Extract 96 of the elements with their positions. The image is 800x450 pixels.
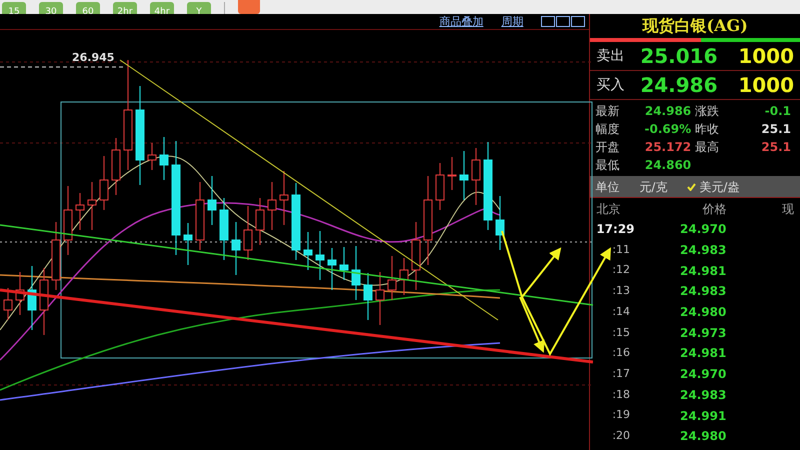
- candlestick: [220, 198, 228, 260]
- candlestick: [268, 182, 276, 230]
- tick-time: :14: [611, 304, 632, 320]
- tick-price: 24.981: [679, 345, 726, 362]
- candlestick: [196, 182, 204, 250]
- quote-label: 卖出: [596, 46, 626, 66]
- candlestick: [28, 266, 36, 330]
- candlestick: [328, 248, 336, 290]
- candlestick: [244, 206, 252, 260]
- tick-price: 24.983: [679, 242, 726, 260]
- candlestick: [400, 258, 408, 296]
- split-view-icon[interactable]: [571, 16, 586, 27]
- tick-time: :16: [611, 345, 632, 362]
- candlestick: [16, 272, 24, 316]
- tick-price: 24.980: [679, 304, 726, 322]
- candlestick: [148, 142, 156, 170]
- quote-price: 24.986: [640, 72, 719, 99]
- stat-label: 最新: [595, 103, 620, 120]
- candlestick: [460, 150, 468, 200]
- stat-value: 25.172: [644, 139, 692, 156]
- stat-value: 24.860: [644, 157, 692, 174]
- candlestick: [40, 268, 48, 336]
- candlestick: [208, 176, 216, 226]
- instrument-title: 现货白银(AG): [641, 15, 749, 37]
- period-button[interactable]: 15: [2, 2, 26, 14]
- tick-time: :19: [611, 407, 632, 424]
- stat-label: 昨收: [695, 121, 720, 138]
- candlestick: [184, 222, 192, 266]
- tick-price: 24.983: [679, 283, 726, 300]
- candlestick: [496, 196, 504, 250]
- candlestick: [352, 246, 360, 300]
- quote-volume: 1000: [738, 43, 794, 70]
- stat-value: 25.1: [761, 139, 791, 156]
- period-button[interactable]: 4hr: [150, 2, 174, 14]
- unit-option[interactable]: 元/克: [639, 178, 668, 196]
- candlestick: [472, 148, 480, 206]
- quote-price: 25.016: [640, 43, 719, 70]
- toolbar-link[interactable]: 周期: [501, 14, 524, 28]
- tick-price: 24.970: [679, 366, 726, 384]
- tick-time: :11: [611, 242, 632, 258]
- candlestick: [4, 288, 12, 320]
- candlestick: [388, 256, 396, 300]
- candlestick: [76, 192, 84, 230]
- tick-time: :18: [611, 386, 632, 403]
- tick-price: 24.981: [679, 262, 726, 280]
- candlestick: [112, 138, 120, 196]
- period-button[interactable]: 60: [76, 2, 100, 14]
- stat-value: 24.986: [644, 103, 692, 120]
- tick-time: :15: [611, 324, 632, 341]
- candlestick: [436, 162, 444, 210]
- tick-price: 24.970: [679, 221, 726, 238]
- check-icon: [687, 182, 696, 190]
- candlestick: [316, 230, 324, 280]
- candlestick: [340, 246, 348, 280]
- candlestick: [412, 222, 420, 290]
- candlestick: [448, 156, 456, 190]
- column-header: 价格: [701, 200, 726, 218]
- tick-price: 24.983: [679, 386, 726, 404]
- stat-value: -0.1: [764, 103, 791, 120]
- stat-label: 幅度: [595, 121, 620, 138]
- candlestick: [376, 272, 384, 326]
- toolbar-link[interactable]: 商品叠加: [439, 14, 484, 28]
- stat-label: 涨跌: [695, 103, 720, 120]
- candlestick: [304, 232, 312, 270]
- tick-price: 24.980: [679, 428, 726, 446]
- period-button[interactable]: 30: [39, 2, 63, 14]
- period-button[interactable]: Y: [187, 2, 211, 14]
- stat-value: -0.69%: [644, 121, 692, 138]
- column-header: 北京: [596, 200, 622, 218]
- tick-price: 24.973: [679, 324, 726, 342]
- column-header: 现: [781, 200, 794, 218]
- candlestick: [280, 170, 288, 226]
- unit-label: 单位: [595, 178, 620, 196]
- period-button[interactable]: 2hr: [113, 2, 137, 14]
- candlestick: [64, 186, 72, 256]
- candlestick: [256, 198, 264, 246]
- unit-option[interactable]: 美元/盎: [687, 178, 740, 196]
- candlestick: [232, 222, 240, 276]
- tick-time: :12: [611, 262, 632, 278]
- stat-label: 最高: [695, 139, 720, 156]
- candlestick: [160, 136, 168, 180]
- tick-time: 17:29: [596, 221, 636, 238]
- candlestick: [88, 182, 96, 230]
- tick-time: :17: [611, 366, 632, 382]
- candlestick: [364, 272, 372, 320]
- candlestick: [100, 156, 108, 210]
- tick-price: 24.991: [679, 408, 726, 425]
- quote-label: 买入: [596, 76, 626, 94]
- stat-label: 开盘: [595, 139, 620, 156]
- peak-price-label: 26.945: [72, 52, 114, 64]
- candlestick: [52, 222, 60, 290]
- tick-time: :20: [611, 428, 632, 444]
- stat-value: 25.1: [761, 121, 791, 138]
- stat-label: 最低: [595, 157, 620, 174]
- quote-volume: 1000: [738, 72, 794, 99]
- tick-time: :13: [611, 283, 632, 300]
